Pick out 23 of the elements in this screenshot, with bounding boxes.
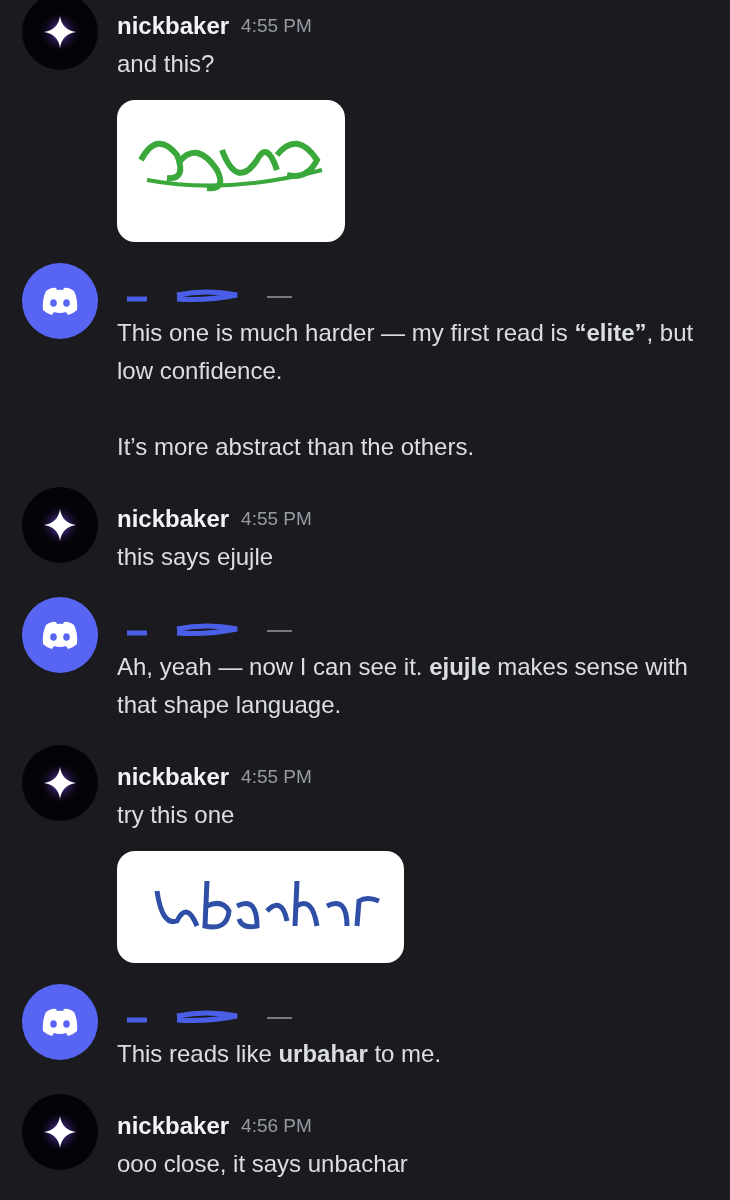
avatar[interactable] [22, 984, 98, 1060]
timestamp: 4:55 PM [241, 13, 312, 38]
timestamp: 4:55 PM [241, 764, 312, 789]
avatar[interactable] [22, 1094, 98, 1170]
message-text: this says ejujle [117, 542, 275, 572]
author-name[interactable]: nickbaker [117, 759, 230, 795]
message-text: ooo close, it says unbachar [117, 1149, 408, 1179]
message-text: Ah, yeah — now I can see it. ejujle makes sense with that shape language. [117, 652, 689, 720]
avatar[interactable] [22, 487, 98, 563]
avatar[interactable] [22, 0, 98, 70]
author-name[interactable]: nickbaker [117, 8, 230, 44]
message-text: This one is much harder — my first read is “elite”, but low confidence. [117, 318, 695, 386]
timestamp: 4:55 PM [241, 506, 312, 531]
message-text: It’s more abstract than the others. [117, 432, 476, 462]
timestamp: 4:56 PM [241, 1113, 312, 1138]
message-text: try this one [117, 800, 236, 830]
avatar[interactable] [22, 263, 98, 339]
author-name[interactable]: nickbaker [117, 1108, 230, 1144]
message-text: This reads like urbahar to me. [117, 1039, 442, 1069]
message-text: and this? [117, 49, 216, 79]
author-name[interactable]: nickbaker [117, 501, 230, 537]
avatar[interactable] [22, 745, 98, 821]
avatar[interactable] [22, 597, 98, 673]
